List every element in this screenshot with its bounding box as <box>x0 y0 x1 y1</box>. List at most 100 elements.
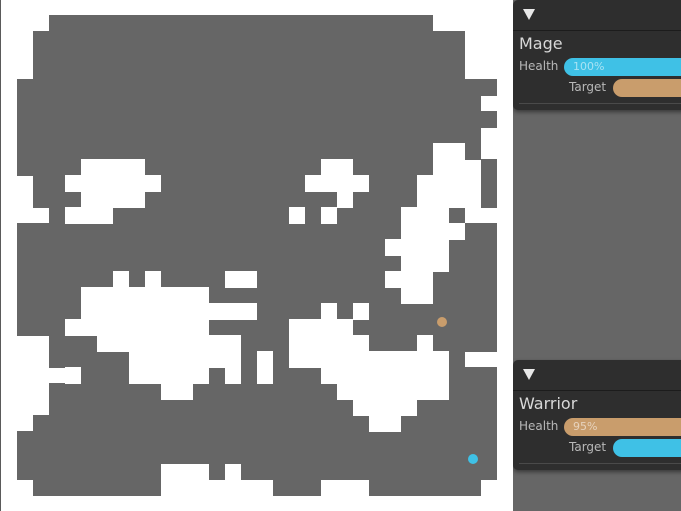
wall-tile <box>433 287 497 304</box>
floor-tile <box>321 303 337 320</box>
wall-tile <box>273 479 321 496</box>
floor-tile <box>161 383 193 400</box>
floor-tile <box>385 271 433 288</box>
floor-tile <box>289 319 353 336</box>
floor-tile <box>65 319 209 336</box>
wall-tile <box>449 239 497 256</box>
floor-tile <box>321 207 337 224</box>
panel-header[interactable] <box>513 360 681 391</box>
wall-tile <box>33 415 497 432</box>
panel-header[interactable] <box>513 0 681 31</box>
wall-tile <box>449 207 465 224</box>
warrior-marker[interactable] <box>437 317 447 327</box>
wall-tile <box>17 239 385 256</box>
health-label: Health <box>519 419 559 433</box>
health-label: Health <box>519 59 559 73</box>
wall-tile <box>17 159 433 176</box>
wall-tile <box>241 463 497 480</box>
wall-tile <box>481 159 497 176</box>
dungeon-map-svg <box>17 15 497 496</box>
floor-tile <box>401 207 449 224</box>
floor-tile <box>385 239 449 256</box>
panel-divider <box>519 463 681 464</box>
health-bar: 95% <box>564 418 681 436</box>
floor-tile <box>289 335 369 352</box>
panel-divider <box>519 103 681 104</box>
game-map[interactable] <box>0 0 513 511</box>
wall-tile <box>49 15 433 32</box>
target-label: Target <box>569 440 607 454</box>
wall-tile <box>17 127 481 144</box>
wall-tile <box>481 191 497 208</box>
map-border <box>0 0 1 511</box>
unit-name: Warrior <box>519 394 578 413</box>
unit-name: Mage <box>519 34 563 53</box>
floor-tile <box>225 271 257 288</box>
wall-tile <box>17 255 401 272</box>
wall-tile <box>17 223 401 240</box>
wall-tile <box>17 447 497 464</box>
floor-tile <box>113 271 129 288</box>
floor-tile <box>225 367 241 384</box>
floor-tile <box>337 383 449 400</box>
floor-tile <box>321 159 353 176</box>
mage-marker[interactable] <box>468 454 478 464</box>
unit-panel-mage: Mage Health 100% Target <box>513 0 681 110</box>
floor-tile <box>257 351 273 368</box>
wall-tile <box>17 431 497 448</box>
floor-tile <box>129 351 241 368</box>
wall-tile <box>433 271 497 288</box>
floor-tile <box>81 287 209 304</box>
floor-tile <box>81 191 145 208</box>
floor-tile <box>321 367 449 384</box>
wall-tile <box>33 63 465 80</box>
floor-tile <box>401 287 433 304</box>
floor-tile <box>433 143 465 160</box>
unit-panel-warrior: Warrior Health 95% Target <box>513 360 681 470</box>
wall-tile <box>481 175 497 192</box>
floor-tile <box>129 367 209 384</box>
floor-tile <box>305 175 369 192</box>
wall-tile <box>33 47 465 64</box>
floor-tile <box>65 175 161 192</box>
wall-tile <box>33 31 465 48</box>
target-label: Target <box>569 80 607 94</box>
wall-tile <box>369 479 481 496</box>
floor-tile <box>337 191 353 208</box>
floor-tile <box>257 367 273 384</box>
floor-tile <box>417 191 481 208</box>
floor-tile <box>417 335 433 352</box>
floor-tile <box>417 175 481 192</box>
floor-tile <box>353 399 417 416</box>
collapse-triangle-icon[interactable] <box>523 9 535 20</box>
health-bar: 100% <box>564 58 681 76</box>
health-percent: 95% <box>573 420 598 433</box>
wall-tile <box>449 255 497 272</box>
wall-tile <box>17 111 497 128</box>
wall-tile <box>17 463 161 480</box>
floor-tile <box>401 255 449 272</box>
floor-tile <box>289 207 305 224</box>
floor-tile <box>369 415 401 432</box>
floor-tile <box>81 303 257 320</box>
wall-tile <box>33 479 161 496</box>
wall-tile <box>465 143 481 160</box>
floor-tile <box>353 303 369 320</box>
floor-tile <box>289 351 449 368</box>
collapse-triangle-icon[interactable] <box>523 369 535 380</box>
floor-tile <box>65 367 81 384</box>
wall-tile <box>17 271 385 288</box>
target-bar <box>613 439 681 457</box>
health-percent: 100% <box>573 60 605 73</box>
floor-tile <box>65 207 113 224</box>
wall-tile <box>17 79 497 96</box>
unit-panels-sidebar: Mage Health 100% Target Warrior Health 9… <box>513 0 681 511</box>
wall-tile <box>17 143 433 160</box>
wall-tile <box>49 399 497 416</box>
floor-tile <box>81 159 145 176</box>
wall-tile <box>465 223 497 240</box>
floor-tile <box>97 335 241 352</box>
floor-tile <box>145 271 161 288</box>
wall-tile <box>17 95 481 112</box>
floor-tile <box>401 223 465 240</box>
